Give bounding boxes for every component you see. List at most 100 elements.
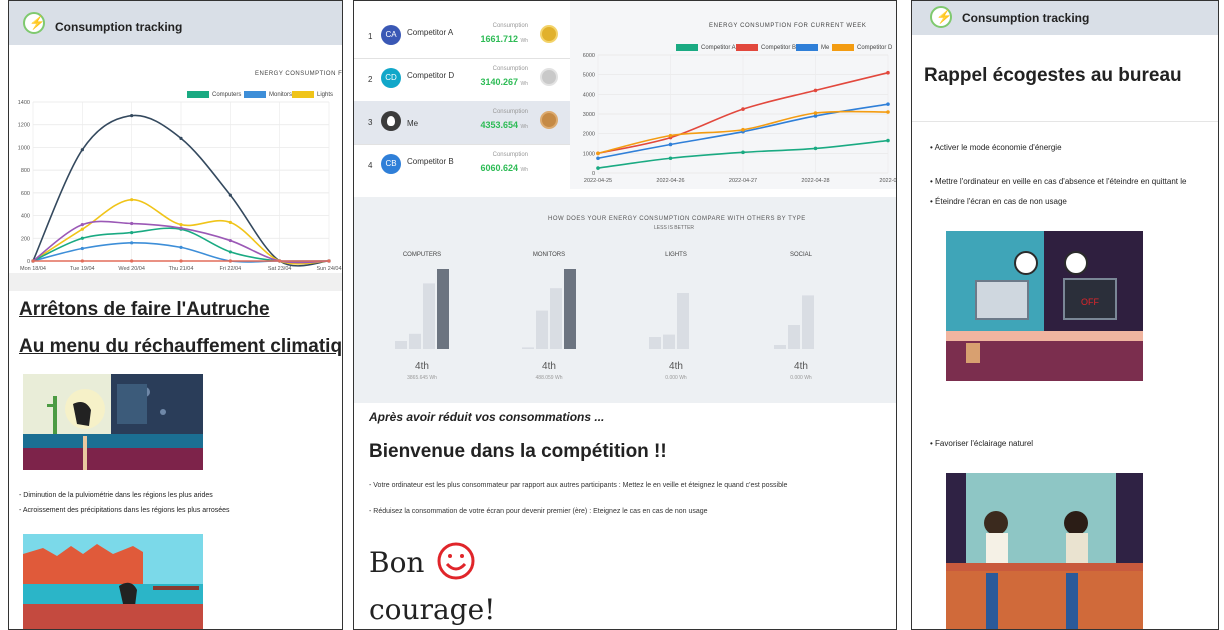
category-rank: 4th [794,361,808,372]
current-week-chart: 0 1000 2000 3000 4000 5000 6000 2022-04-25 2022-… [583,53,896,184]
data-point [668,133,673,138]
avatar: CD [381,68,401,88]
data-point [228,193,232,197]
data-point [741,127,745,132]
compare-subtitle: LESS IS BETTER [654,225,695,231]
comparison-bar [677,293,689,349]
data-point [179,259,183,263]
category-value: 0.000 Wh [790,375,812,381]
office-off-illustration: OFF [946,231,1143,381]
data-point [741,150,745,155]
comparison-bar [663,334,675,349]
y-tick-label: 1000 [583,151,595,157]
x-tick-label: 2022-04-28 [801,178,829,184]
data-point [80,236,84,240]
tip-screen: - Réduisez la consommation de votre écra… [369,508,708,515]
data-point [130,259,134,263]
category-label: LIGHTS [665,252,687,258]
divider [912,121,1218,122]
x-tick-label: 2022-04-25 [584,178,612,184]
y-tick-label: 2000 [583,132,595,138]
chart-footer [9,273,342,291]
category-value: 3865.645 Wh [407,375,437,381]
heading-autruche: Arrêtons de faire l'Autruche [19,299,270,320]
rank-number: 3 [368,118,373,127]
data-point [130,198,134,202]
leaderboard-row[interactable]: 4 CB Competitor B Consumption 6060.624 W… [354,144,570,187]
flood-illustration [23,534,203,629]
bronze-medal-icon [540,111,558,129]
panel-consumption-tracking: ⚡ Consumption tracking ENERGY CONSUMPTIO… [8,0,343,630]
gold-medal-icon [540,25,558,43]
leaderboard: 1 CA Competitor A Consumption 1661.712 W… [354,1,570,189]
data-point [278,259,282,263]
bullet-eclairage: • Favoriser l'éclairage naturel [930,439,1034,448]
avatar: CA [381,25,401,45]
comparison-bar [788,325,800,349]
y-tick-label: 0 [27,259,30,265]
y-tick-label: 800 [21,168,30,174]
consumption-label: Consumption [492,66,528,72]
smiley-icon [436,541,476,581]
data-point [80,223,84,227]
heading-rechauffement: Au menu du réchauffement climatique [19,336,343,357]
x-tick-label: Tue 19/04 [70,266,95,271]
data-point [130,114,134,118]
lightning-icon: ⚡ [23,12,45,34]
comparison-bar [522,347,534,349]
off-label: OFF [1081,297,1099,307]
y-tick-label: 1400 [18,100,30,106]
y-tick-label: 6000 [583,53,595,59]
data-point [179,226,183,230]
lightning-icon: ⚡ [930,6,952,28]
category-label: MONITORS [533,252,565,258]
app-title: Consumption tracking [962,11,1090,25]
after-text: Après avoir réduit vos consommations ... [369,410,605,424]
comparison-bar [649,337,661,349]
comparison-bar [437,269,449,349]
comparison-bar [409,333,421,349]
comparison-bars: COMPUTERS 4th 3865.645 Wh MONITORS 4th 488.05… [395,252,814,381]
bullet-ecran: • Éteindre l'écran en cas de non usage [930,197,1067,206]
x-tick-label: Sat 23/04 [268,266,292,271]
x-tick-label: 2022-04-26 [656,178,684,184]
x-tick-label: 2022-0 [879,178,896,184]
bullet-precipitations: - Acroissement des précipitations dans l… [19,507,230,514]
comparison-bar [774,345,786,349]
comparison-bar [564,269,576,349]
data-point [596,166,600,170]
weekly-consumption-chart: 0 200 400 600 800 1000 1200 1400 Mon 18/04 Tue 19… [18,100,342,271]
panel-competition: 1 CA Competitor A Consumption 1661.712 W… [353,0,897,630]
data-point [813,111,818,115]
data-point [228,259,232,263]
rank-number: 4 [368,161,373,170]
data-point [668,156,673,161]
competitor-name: Competitor A [407,28,454,37]
data-point [31,259,35,263]
data-point [80,246,84,251]
data-point [130,221,134,226]
y-tick-label: 600 [21,191,30,197]
x-tick-label: Thu 21/04 [169,266,194,271]
app-title: Consumption tracking [55,20,183,34]
y-tick-label: 0 [592,171,595,177]
y-tick-label: 5000 [583,73,595,79]
data-point [130,231,134,235]
leaderboard-row-me[interactable]: 3 Me Consumption 4353.654 Wh [354,101,570,145]
user-avatar-icon [381,111,401,131]
leaderboard-row[interactable]: 2 CD Competitor D Consumption 3140.267 W… [354,58,570,102]
category-rank: 4th [415,361,429,372]
y-tick-label: 4000 [583,92,595,98]
x-tick-label: Mon 18/04 [20,266,46,271]
data-point [228,250,232,254]
courage-text: courage! [369,593,496,626]
panel-ecogestes: ⚡ Consumption tracking Rappel écogestes … [911,0,1219,630]
x-tick-label: 2022-04-27 [729,178,757,184]
consumption-value: 3140.267 Wh [480,77,528,87]
x-tick-label: Sun 24/04 [316,266,341,271]
data-point [80,259,84,263]
leaderboard-row[interactable]: 1 CA Competitor A Consumption 1661.712 W… [354,15,570,59]
data-point [668,142,673,147]
avatar: CB [381,154,401,174]
data-point [741,107,745,111]
